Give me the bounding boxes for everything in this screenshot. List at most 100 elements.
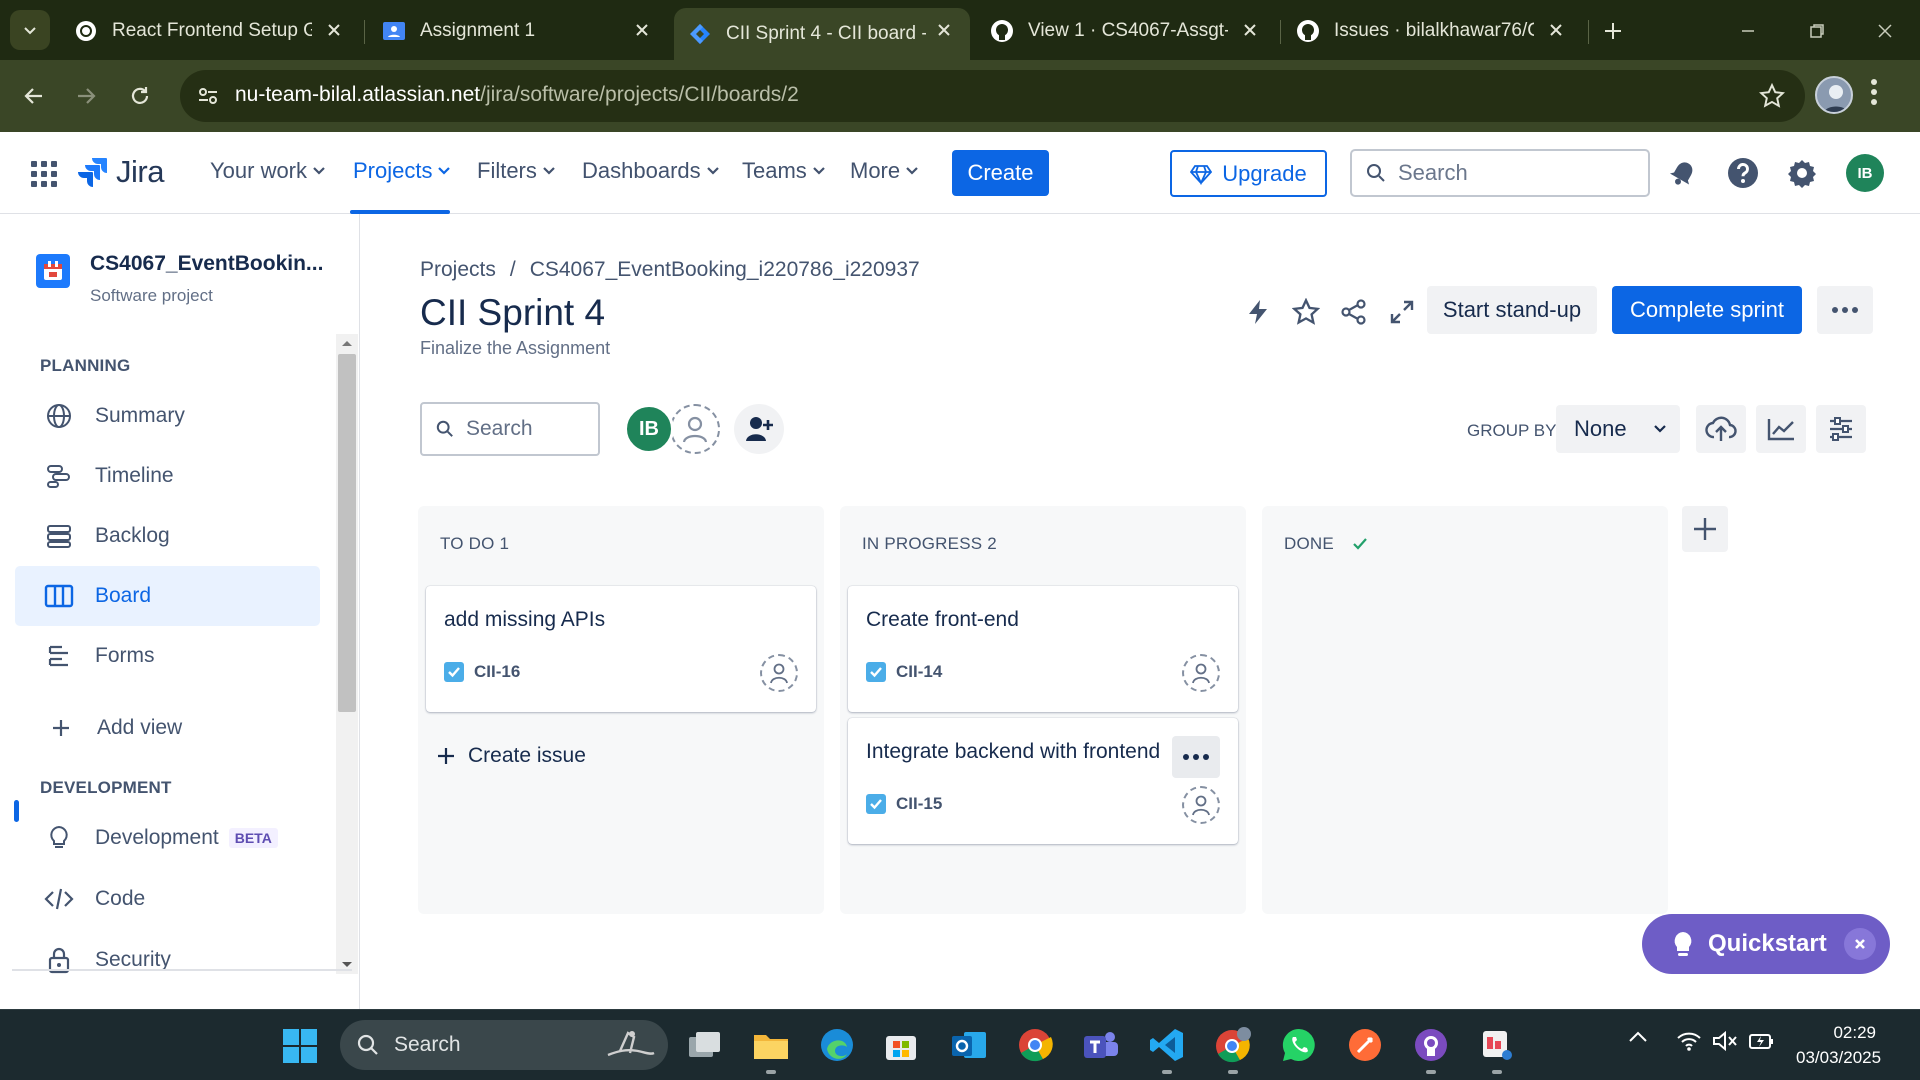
tab-search-button[interactable] bbox=[10, 10, 50, 50]
complete-sprint-button[interactable]: Complete sprint bbox=[1612, 286, 1802, 334]
nav-projects[interactable]: Projects bbox=[353, 158, 451, 184]
release-button[interactable] bbox=[1696, 405, 1746, 453]
group-by-select[interactable]: None bbox=[1556, 405, 1680, 453]
sidebar-item-board[interactable]: Board bbox=[15, 566, 320, 626]
view-settings-button[interactable] bbox=[1816, 405, 1866, 453]
app-switcher-icon[interactable] bbox=[30, 160, 58, 188]
file-explorer-icon[interactable] bbox=[750, 1024, 792, 1066]
wifi-icon[interactable] bbox=[1676, 1030, 1702, 1052]
create-issue-button[interactable]: Create issue bbox=[436, 744, 586, 768]
browser-tab[interactable]: Issues · bilalkhawar76/CS bbox=[1282, 8, 1582, 54]
outlook-icon[interactable] bbox=[948, 1024, 990, 1066]
unassigned-avatar-filter[interactable] bbox=[670, 404, 720, 454]
close-quickstart-icon[interactable] bbox=[1844, 928, 1876, 960]
nav-teams[interactable]: Teams bbox=[742, 158, 826, 184]
sidebar-item-forms[interactable]: Forms bbox=[15, 626, 320, 686]
github-desktop-icon[interactable] bbox=[1410, 1024, 1452, 1066]
address-bar[interactable]: nu-team-bilal.atlassian.net/jira/softwar… bbox=[180, 70, 1805, 122]
start-standup-button[interactable]: Start stand-up bbox=[1427, 286, 1597, 334]
user-avatar-filter[interactable]: IB bbox=[624, 404, 674, 454]
restore-button[interactable] bbox=[1800, 14, 1834, 48]
issue-card[interactable]: Integrate backend with frontend CII-15 bbox=[848, 718, 1238, 844]
close-tab-icon[interactable] bbox=[322, 18, 346, 42]
share-icon[interactable] bbox=[1336, 294, 1372, 330]
jira-logo[interactable]: Jira bbox=[76, 154, 164, 190]
card-more-button[interactable] bbox=[1172, 736, 1220, 778]
help-icon[interactable] bbox=[1726, 156, 1760, 190]
vscode-icon[interactable] bbox=[1146, 1024, 1188, 1066]
new-tab-button[interactable] bbox=[1598, 16, 1628, 46]
add-view-button[interactable]: Add view bbox=[15, 698, 320, 758]
battery-charging-icon[interactable] bbox=[1748, 1030, 1776, 1052]
add-column-button[interactable] bbox=[1682, 506, 1728, 552]
sidebar-item-summary[interactable]: Summary bbox=[15, 386, 320, 446]
browser-tab-active[interactable]: CII Sprint 4 - CII board - S bbox=[674, 8, 970, 60]
url-text: nu-team-bilal.atlassian.net/jira/softwar… bbox=[235, 83, 799, 107]
edge-icon[interactable] bbox=[816, 1024, 858, 1066]
nav-filters[interactable]: Filters bbox=[477, 158, 556, 184]
back-button[interactable] bbox=[14, 76, 54, 116]
star-icon[interactable] bbox=[1288, 294, 1324, 330]
sidebar-item-backlog[interactable]: Backlog bbox=[15, 506, 320, 566]
show-hidden-icons[interactable] bbox=[1628, 1030, 1648, 1044]
browser-profile-avatar[interactable] bbox=[1815, 76, 1853, 114]
issue-card[interactable]: Create front-end CII-14 bbox=[848, 586, 1238, 712]
nav-more[interactable]: More bbox=[850, 158, 919, 184]
global-search-input[interactable]: Search bbox=[1350, 149, 1650, 197]
chrome-icon[interactable] bbox=[1014, 1024, 1056, 1066]
nav-dashboards[interactable]: Dashboards bbox=[582, 158, 720, 184]
add-people-button[interactable] bbox=[734, 404, 784, 454]
quickstart-button[interactable]: Quickstart bbox=[1642, 914, 1890, 974]
jira-wordmark: Jira bbox=[116, 154, 164, 189]
teams-icon[interactable] bbox=[1080, 1024, 1122, 1066]
site-settings-icon[interactable] bbox=[196, 84, 220, 108]
sidebar-item-security[interactable]: Security bbox=[15, 930, 320, 990]
browser-tab[interactable]: View 1 · CS4067-Assgt-Ev bbox=[976, 8, 1276, 54]
breadcrumb-projects[interactable]: Projects bbox=[420, 258, 496, 281]
taskbar-search[interactable]: Search bbox=[340, 1020, 668, 1070]
snipping-tool-icon[interactable] bbox=[1476, 1024, 1518, 1066]
close-tab-icon[interactable] bbox=[630, 18, 654, 42]
assignee-avatar[interactable] bbox=[760, 654, 798, 692]
fullscreen-icon[interactable] bbox=[1384, 294, 1420, 330]
close-tab-icon[interactable] bbox=[932, 18, 956, 42]
minimize-button[interactable] bbox=[1731, 14, 1765, 48]
sidebar-item-development[interactable]: Development BETA bbox=[15, 808, 320, 868]
browser-tab[interactable]: React Frontend Setup Gu bbox=[60, 8, 360, 54]
chrome-profile-icon[interactable] bbox=[1212, 1024, 1254, 1066]
breadcrumb-project[interactable]: CS4067_EventBooking_i220786_i220937 bbox=[530, 258, 920, 281]
close-window-button[interactable] bbox=[1868, 14, 1902, 48]
volume-muted-icon[interactable] bbox=[1712, 1030, 1738, 1052]
project-header[interactable]: CS4067_EventBookin... Software project bbox=[36, 252, 323, 306]
settings-gear-icon[interactable] bbox=[1785, 156, 1819, 190]
reload-button[interactable] bbox=[120, 76, 160, 116]
board-more-button[interactable] bbox=[1817, 286, 1873, 334]
sidebar-item-timeline[interactable]: Timeline bbox=[15, 446, 320, 506]
create-button[interactable]: Create bbox=[952, 150, 1049, 196]
bookmark-star-icon[interactable] bbox=[1759, 83, 1785, 109]
user-avatar[interactable]: IB bbox=[1846, 154, 1884, 192]
automation-bolt-icon[interactable] bbox=[1240, 294, 1276, 330]
windows-start-icon[interactable] bbox=[282, 1028, 318, 1064]
notifications-icon[interactable] bbox=[1666, 156, 1700, 190]
insights-button[interactable] bbox=[1756, 405, 1806, 453]
browser-menu-icon[interactable] bbox=[1870, 78, 1878, 106]
close-tab-icon[interactable] bbox=[1544, 18, 1568, 42]
microsoft-store-icon[interactable] bbox=[880, 1024, 922, 1066]
issue-card[interactable]: add missing APIs CII-16 bbox=[426, 586, 816, 712]
browser-tab[interactable]: Assignment 1 bbox=[368, 8, 668, 54]
sidebar-scrollbar[interactable] bbox=[336, 334, 358, 974]
postman-icon[interactable] bbox=[1344, 1024, 1386, 1066]
whatsapp-icon[interactable] bbox=[1278, 1024, 1320, 1066]
assignee-avatar[interactable] bbox=[1182, 654, 1220, 692]
board-search-input[interactable]: Search bbox=[420, 402, 600, 456]
close-tab-icon[interactable] bbox=[1238, 18, 1262, 42]
system-clock[interactable]: 02:29 03/03/2025 bbox=[1796, 1020, 1881, 1070]
forward-button[interactable] bbox=[66, 76, 106, 116]
scrollbar-thumb[interactable] bbox=[338, 354, 356, 712]
nav-your-work[interactable]: Your work bbox=[210, 158, 326, 184]
assignee-avatar[interactable] bbox=[1182, 786, 1220, 824]
sidebar-item-code[interactable]: Code bbox=[15, 869, 320, 929]
task-view-icon[interactable] bbox=[684, 1024, 726, 1066]
upgrade-button[interactable]: Upgrade bbox=[1170, 150, 1327, 197]
